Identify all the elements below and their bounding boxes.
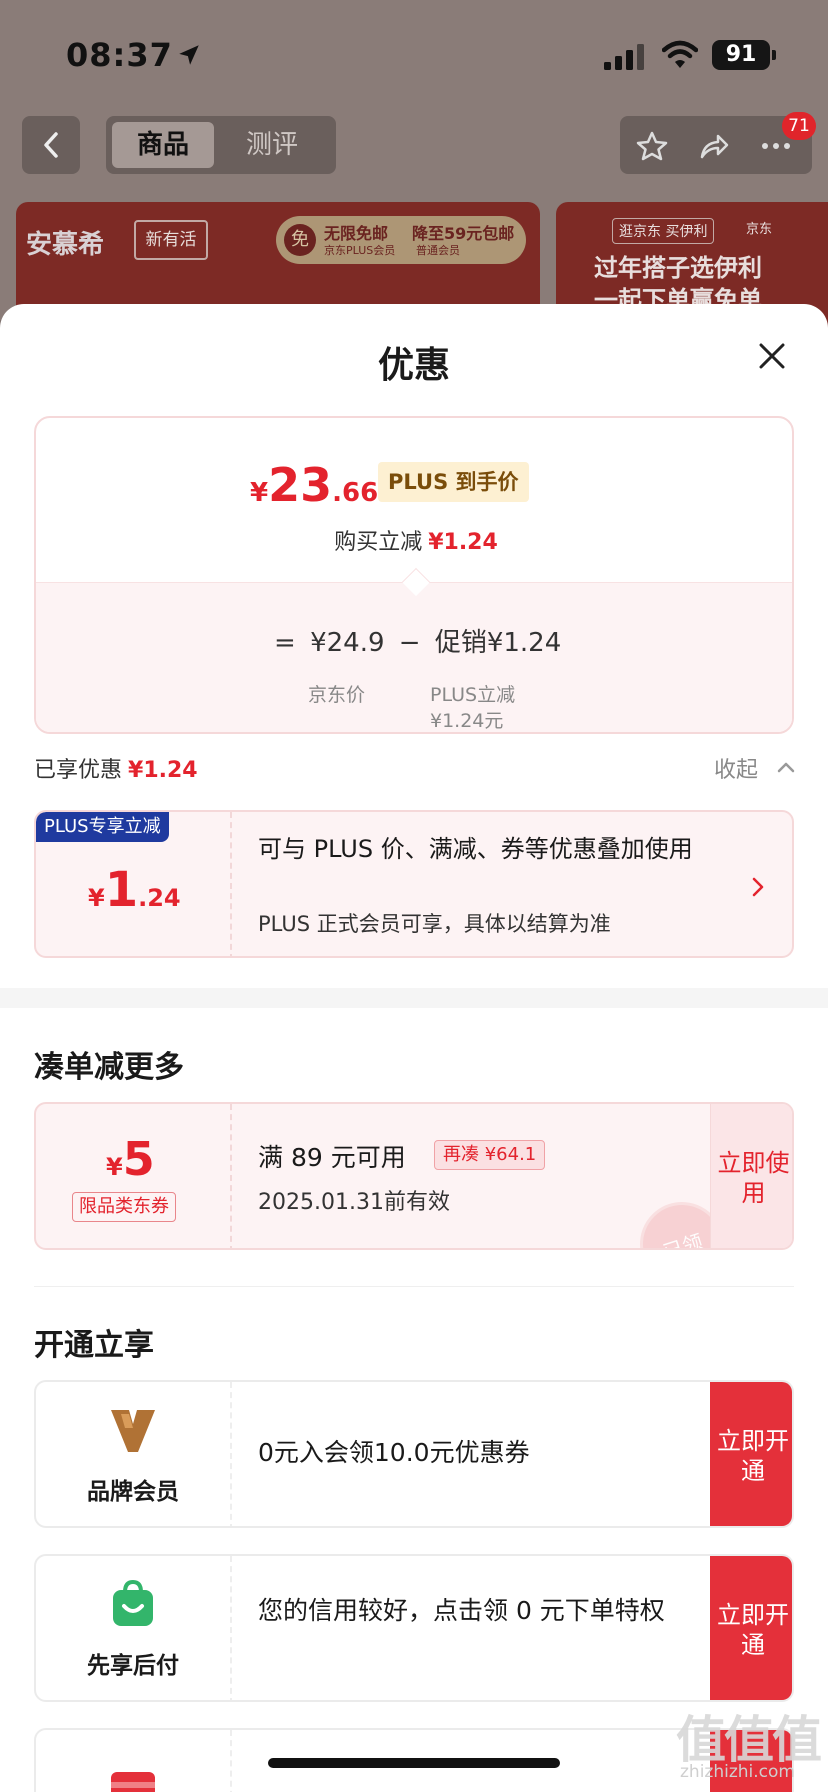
jd-price: ¥24.9 [310, 628, 385, 658]
price-integer: 23 [268, 458, 333, 512]
battery-indicator: 91 [712, 40, 776, 70]
section-title-open: 开通立享 [34, 1328, 154, 1363]
discount-sheet: 优惠 ¥23.66 PLUS 到手价 购买立减 ¥1.24 = ¥24.9 − 促… [0, 304, 828, 1792]
brand-member-label: 品牌会员 [87, 1479, 179, 1505]
enjoyed-label: 已享优惠 [34, 758, 123, 783]
message-badge: 71 [782, 112, 816, 140]
pay-later-desc: 您的信用较好，点击领 0 元下单特权 [258, 1596, 665, 1625]
dashed-divider [230, 1556, 232, 1700]
price-decimal: .66 [332, 478, 379, 508]
coupon-need-more-tag: 再凑 ¥64.1 [434, 1140, 546, 1170]
coupon-card: ¥5 限品类东券 满 89 元可用 再凑 ¥64.1 2025.01.31前有效… [34, 1102, 794, 1250]
amount-integer: 1 [104, 862, 139, 918]
sub-brand-logo: 新有活 [134, 220, 208, 260]
jd-price-label: 京东价 [308, 684, 366, 706]
service-left [36, 1730, 230, 1792]
share-icon[interactable] [698, 130, 730, 162]
reduce-value: ¥1.24 [428, 530, 498, 555]
dashed-divider [230, 812, 232, 956]
amount-decimal: .24 [138, 884, 181, 912]
currency-symbol: ¥ [250, 478, 269, 508]
shipping-pill: 免 无限免邮 京东PLUS会员 降至59元包邮 普通会员 [276, 216, 526, 264]
coupon-expiry: 2025.01.31前有效 [258, 1190, 450, 1215]
instant-reduce-line: 购买立减 ¥1.24 [36, 524, 792, 556]
card-icon [111, 1772, 155, 1792]
plus-price-tag: PLUS 到手价 [378, 462, 529, 502]
promo-amount: 促销¥1.24 [434, 628, 562, 658]
cellular-signal-icon [604, 44, 644, 70]
section-title-more: 凑单减更多 [34, 1050, 184, 1085]
plus-member-note: PLUS 正式会员可享，具体以结算为准 [258, 912, 611, 936]
product-nav-bar: 商品 测评 71 [0, 112, 828, 178]
coupon-condition: 满 89 元可用 [258, 1143, 406, 1172]
pill-text-b: 京东PLUS会员 [324, 244, 396, 257]
brand-logo-text: 安慕希 [26, 230, 105, 260]
shopping-bag-icon [113, 1579, 153, 1626]
chevron-left-icon [44, 132, 58, 158]
pay-later-label: 先享后付 [87, 1653, 179, 1679]
minus-sign: − [398, 628, 421, 658]
coupon-type-tag: 限品类东券 [72, 1192, 176, 1222]
brand-member-v-icon [111, 1410, 155, 1452]
final-price: ¥23.66 [250, 458, 378, 512]
service-left: 品牌会员 [36, 1382, 230, 1526]
promo-label: PLUS立减 [430, 684, 516, 706]
pill-text-d: 普通会员 [416, 244, 460, 257]
pay-later-card[interactable]: 先享后付 您的信用较好，点击领 0 元下单特权 立即开通 [34, 1554, 794, 1702]
banner2-tag: 逛京东 买伊利 [612, 218, 715, 244]
wifi-icon [662, 40, 698, 68]
chevron-up-icon[interactable] [776, 760, 796, 774]
dashed-divider [230, 1104, 232, 1248]
status-bar: 08:37 91 [0, 0, 828, 100]
banner2-brand: 京东 [746, 222, 773, 237]
currency-symbol: ¥ [88, 884, 105, 912]
watermark-url: zhizhizhi.com [680, 1762, 795, 1782]
pill-text-a: 无限免邮 [324, 224, 389, 243]
home-indicator[interactable] [268, 1758, 560, 1768]
dashed-divider [230, 1730, 232, 1792]
plus-discount-amount: ¥1.24 [88, 862, 181, 918]
currency-symbol: ¥ [106, 1153, 123, 1181]
close-icon[interactable] [756, 340, 788, 372]
tab-switcher: 商品 测评 [106, 116, 336, 174]
collapse-button[interactable]: 收起 [714, 752, 758, 784]
brand-member-card[interactable]: 品牌会员 0元入会领10.0元优惠券 立即开通 [34, 1380, 794, 1528]
reduce-label: 购买立减 [334, 530, 423, 555]
open-now-button[interactable]: 立即开通 [710, 1556, 792, 1700]
sheet-title: 优惠 [377, 345, 450, 386]
enjoyed-value: ¥1.24 [128, 758, 198, 783]
plus-exclusive-ribbon: PLUS专享立减 [36, 812, 169, 842]
pill-text-c: 降至59元包邮 [412, 224, 515, 243]
open-now-button[interactable]: 立即开通 [710, 1382, 792, 1526]
price-formula: = ¥24.9 − 促销¥1.24 [274, 622, 567, 659]
enjoyed-discount: 已享优惠 ¥1.24 [34, 752, 198, 784]
tab-review[interactable]: 测评 [232, 122, 312, 168]
plus-stack-note: 可与 PLUS 价、满减、券等优惠叠加使用 [258, 835, 693, 863]
chevron-right-icon[interactable] [750, 876, 766, 898]
use-now-button[interactable]: 立即使用 [710, 1104, 792, 1248]
brand-member-desc: 0元入会领10.0元优惠券 [258, 1438, 530, 1467]
service-left: 先享后付 [36, 1556, 230, 1700]
promo-sub-label: ¥1.24元 [430, 710, 504, 732]
section-separator [0, 988, 828, 1008]
status-time: 08:37 [66, 36, 173, 74]
back-button[interactable] [22, 116, 80, 174]
price-breakdown-card: ¥23.66 PLUS 到手价 购买立减 ¥1.24 = ¥24.9 − 促销¥1… [34, 416, 794, 734]
coupon-value: 5 [122, 1132, 155, 1186]
equals-sign: = [274, 628, 296, 658]
location-arrow-icon [179, 45, 199, 65]
divider [34, 1286, 794, 1287]
star-icon[interactable] [636, 130, 668, 162]
banner2-line1: 过年搭子选伊利 [594, 254, 762, 282]
plus-discount-card[interactable]: PLUS专享立减 ¥1.24 可与 PLUS 价、满减、券等优惠叠加使用 PLU… [34, 810, 794, 958]
free-shipping-icon: 免 [284, 224, 316, 256]
dashed-divider [230, 1382, 232, 1526]
coupon-amount: ¥5 [106, 1132, 155, 1186]
tab-product[interactable]: 商品 [112, 122, 214, 168]
